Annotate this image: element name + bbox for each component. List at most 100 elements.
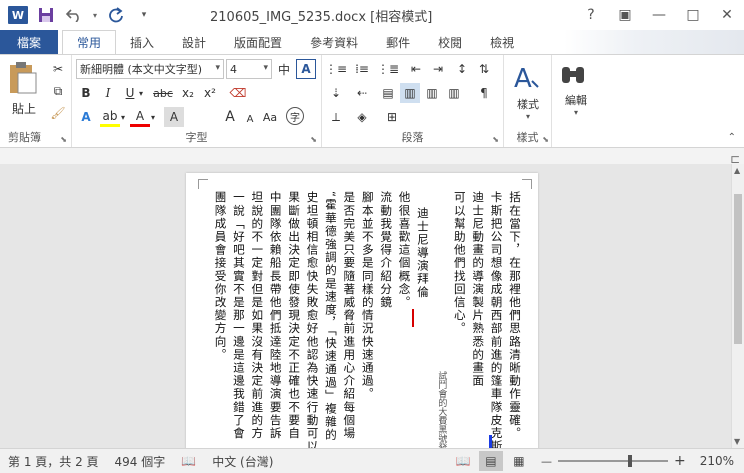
underline-dropdown-icon[interactable]: ▾	[136, 83, 146, 103]
tab-insert[interactable]: 插入	[116, 30, 168, 54]
scrollbar-thumb[interactable]	[734, 194, 742, 344]
document-body-text[interactable]: 括在當下，在那裡他們思路清晰動作靈確。 卡斯把公司想像成朝西部前進的篷車隊皮克斯…	[211, 191, 524, 448]
enclose-characters-icon[interactable]: 字	[286, 107, 304, 125]
rtl-icon[interactable]: ⇠	[352, 83, 372, 103]
tab-review[interactable]: 校閱	[424, 30, 476, 54]
redo-icon[interactable]	[104, 4, 128, 26]
font-size-combo[interactable]: 4 ▾	[226, 59, 272, 79]
word-count[interactable]: 494 個字	[107, 453, 174, 470]
tab-mailings[interactable]: 郵件	[372, 30, 424, 54]
zoom-slider-knob[interactable]	[627, 455, 632, 467]
italic-button[interactable]: I	[98, 83, 118, 103]
help-button[interactable]: ?	[574, 0, 608, 30]
scroll-up-icon[interactable]: ▲	[734, 166, 740, 175]
paste-button[interactable]: 貼上	[6, 61, 42, 117]
clipboard-launcher-icon[interactable]: ⬊	[60, 135, 67, 144]
save-icon[interactable]	[34, 4, 58, 26]
language-indicator[interactable]: 中文 (台灣)	[204, 453, 281, 470]
vertical-scrollbar[interactable]: ▲ ▼	[731, 164, 744, 448]
sort-icon[interactable]: ⇅	[474, 59, 494, 79]
strikethrough-button[interactable]: abc	[150, 83, 176, 103]
text-column: 是否完美只要隨著威脅前進用心介紹每個場	[342, 191, 357, 440]
highlight-dropdown-icon[interactable]: ▾	[118, 107, 128, 127]
title-bar: W ▾ ▾ 210605_IMG_5235.docx [相容模式] ? ▣ — …	[0, 0, 744, 30]
clear-formatting-icon[interactable]: ⌫	[228, 83, 248, 103]
show-marks-icon[interactable]: ¶	[474, 83, 494, 103]
subscript-button[interactable]: x₂	[178, 83, 198, 103]
styles-button[interactable]: A 樣式 ▾	[510, 61, 546, 121]
cut-icon[interactable]: ✂	[48, 59, 68, 79]
bullets-icon[interactable]: ⋮≡	[325, 59, 347, 79]
bold-button[interactable]: B	[76, 83, 96, 103]
font-name-combo[interactable]: 新細明體 (本文中文字型) ▾	[76, 59, 224, 79]
scroll-down-icon[interactable]: ▼	[734, 437, 740, 446]
paragraph-launcher-icon[interactable]: ⬊	[492, 135, 499, 144]
customize-qat-icon[interactable]: ▾	[132, 4, 156, 26]
decrease-indent-icon[interactable]: ⇤	[406, 59, 426, 79]
change-case-button[interactable]: Aa	[258, 107, 282, 127]
tab-layout[interactable]: 版面配置	[220, 30, 296, 54]
text-column: 卡斯把公司想像成朝西部前進的篷車隊皮克斯和	[489, 191, 504, 448]
numbering-icon[interactable]: ⁞≡	[352, 59, 372, 79]
annotation-column: 試鬥會的大費黑號發	[436, 371, 447, 448]
superscript-button[interactable]: x²	[200, 83, 220, 103]
asian-layout-icon[interactable]: ⟂	[326, 107, 346, 127]
document-page[interactable]: 括在當下，在那裡他們思路清晰動作靈確。 卡斯把公司想像成朝西部前進的篷車隊皮克斯…	[186, 173, 538, 448]
styles-label: 樣式	[517, 98, 539, 111]
page-corner-mark	[522, 179, 532, 189]
maximize-button[interactable]: □	[676, 0, 710, 30]
paste-icon	[10, 62, 37, 94]
tab-file[interactable]: 檔案	[0, 30, 58, 54]
undo-dropdown-icon[interactable]: ▾	[90, 4, 100, 26]
collapse-ribbon-icon[interactable]: ⌃	[728, 132, 736, 143]
zoom-slider[interactable]	[557, 455, 668, 467]
page-count[interactable]: 第 1 頁，共 2 頁	[0, 453, 107, 470]
shading-icon[interactable]: A	[164, 107, 184, 127]
zoom-level[interactable]: 210%	[686, 454, 744, 468]
increase-indent-icon[interactable]: ⇥	[428, 59, 448, 79]
undo-icon[interactable]	[62, 4, 86, 26]
align-bottom-vertical-icon[interactable]: ▥	[444, 83, 464, 103]
font-group-label: 字型	[185, 131, 208, 144]
line-spacing-icon[interactable]: ↕	[452, 59, 472, 79]
editing-button[interactable]: 編輯 ▾	[558, 61, 594, 117]
proofing-icon[interactable]: 📖	[173, 454, 204, 468]
grow-font-icon[interactable]: A	[220, 107, 240, 127]
format-painter-icon[interactable]: 🖌	[48, 103, 68, 123]
zoom-in-button[interactable]: +	[674, 453, 686, 469]
read-mode-icon[interactable]: 📖	[451, 451, 475, 471]
borders-icon[interactable]: ⊞	[382, 107, 402, 127]
align-center-vertical-icon[interactable]: ▥	[400, 83, 420, 103]
document-area: 括在當下，在那裡他們思路清晰動作靈確。 卡斯把公司想像成朝西部前進的篷車隊皮克斯…	[0, 164, 731, 448]
styles-launcher-icon[interactable]: ⬊	[542, 135, 549, 144]
shading-bucket-icon[interactable]: ◈	[352, 107, 372, 127]
web-layout-icon[interactable]: ▦	[507, 451, 531, 471]
tab-view[interactable]: 檢視	[476, 30, 528, 54]
font-color-dropdown-icon[interactable]: ▾	[148, 107, 158, 127]
copy-icon[interactable]: ⧉	[48, 81, 68, 101]
tab-design[interactable]: 設計	[168, 30, 220, 54]
blue-revision-mark	[489, 435, 492, 448]
font-color-icon[interactable]: A	[130, 107, 150, 127]
zoom-out-button[interactable]: —	[541, 455, 552, 468]
phonetic-guide-icon[interactable]: 中	[274, 59, 294, 79]
align-justify-vertical-icon[interactable]: ▥	[422, 83, 442, 103]
chevron-down-icon: ▾	[525, 112, 530, 121]
paste-label: 貼上	[11, 102, 36, 116]
tab-home[interactable]: 常用	[62, 30, 117, 55]
word-app-icon[interactable]: W	[6, 4, 30, 26]
multilevel-list-icon[interactable]: ⋮≣	[377, 59, 399, 79]
text-direction-icon[interactable]: ⇣	[326, 83, 346, 103]
tab-references[interactable]: 參考資料	[296, 30, 372, 54]
shrink-font-icon[interactable]: A	[240, 109, 260, 129]
font-launcher-icon[interactable]: ⬊	[310, 135, 317, 144]
minimize-button[interactable]: —	[642, 0, 676, 30]
highlight-icon[interactable]: ab	[100, 107, 120, 127]
distributed-icon[interactable]: ▤	[378, 83, 398, 103]
window-title: 210605_IMG_5235.docx [相容模式]	[210, 10, 433, 25]
ribbon-display-button[interactable]: ▣	[608, 0, 642, 30]
close-button[interactable]: ✕	[710, 0, 744, 30]
character-border-icon[interactable]: A	[296, 59, 316, 79]
text-effects-icon[interactable]: A	[76, 107, 96, 127]
print-layout-icon[interactable]: ▤	[478, 451, 503, 471]
